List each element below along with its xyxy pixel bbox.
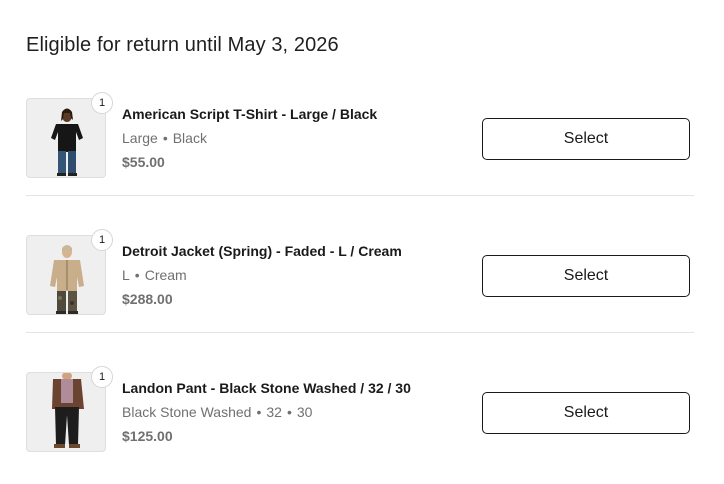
return-items-panel: Eligible for return until May 3, 2026 1 … <box>0 0 724 484</box>
list-item: 1 Landon Pant - Black Stone Washed / 32 … <box>26 366 694 454</box>
select-item-button[interactable]: Select <box>482 255 690 297</box>
variant-length: 30 <box>296 404 313 420</box>
variant-size: L <box>122 267 130 283</box>
product-title: Detroit Jacket (Spring) - Faded - L / Cr… <box>122 243 402 259</box>
divider <box>26 332 694 333</box>
product-price: $288.00 <box>122 291 173 307</box>
variant-color: Black Stone Washed <box>122 404 252 420</box>
product-title: American Script T-Shirt - Large / Black <box>122 106 378 122</box>
quantity-badge: 1 <box>91 366 113 388</box>
return-eligibility-heading: Eligible for return until May 3, 2026 <box>26 34 339 56</box>
product-variant: L • Cream <box>122 267 402 284</box>
product-variant: Large • Black <box>122 130 377 147</box>
product-variant: Black Stone Washed • 32 • 30 <box>122 404 411 421</box>
list-item: 1 Detroit Jacket (Spring) - Faded - L / … <box>26 229 694 317</box>
select-item-button[interactable]: Select <box>482 392 690 434</box>
variant-separator: • <box>286 404 292 420</box>
quantity-badge: 1 <box>91 229 113 251</box>
variant-color: Black <box>172 130 207 146</box>
product-image: 1 <box>26 366 113 452</box>
quantity-badge: 1 <box>91 92 113 114</box>
variant-waist: 32 <box>266 404 282 420</box>
select-item-button[interactable]: Select <box>482 118 690 160</box>
variant-separator: • <box>134 267 140 283</box>
variant-color: Cream <box>144 267 187 283</box>
product-image: 1 <box>26 229 113 315</box>
list-item: 1 American Script T-Shirt - Large / Blac… <box>26 92 694 180</box>
variant-separator: • <box>256 404 262 420</box>
divider <box>26 195 694 196</box>
product-price: $55.00 <box>122 154 165 170</box>
variant-size: Large <box>122 130 158 146</box>
product-price: $125.00 <box>122 428 173 444</box>
product-image: 1 <box>26 92 113 178</box>
product-title: Landon Pant - Black Stone Washed / 32 / … <box>122 380 411 396</box>
variant-separator: • <box>162 130 168 146</box>
